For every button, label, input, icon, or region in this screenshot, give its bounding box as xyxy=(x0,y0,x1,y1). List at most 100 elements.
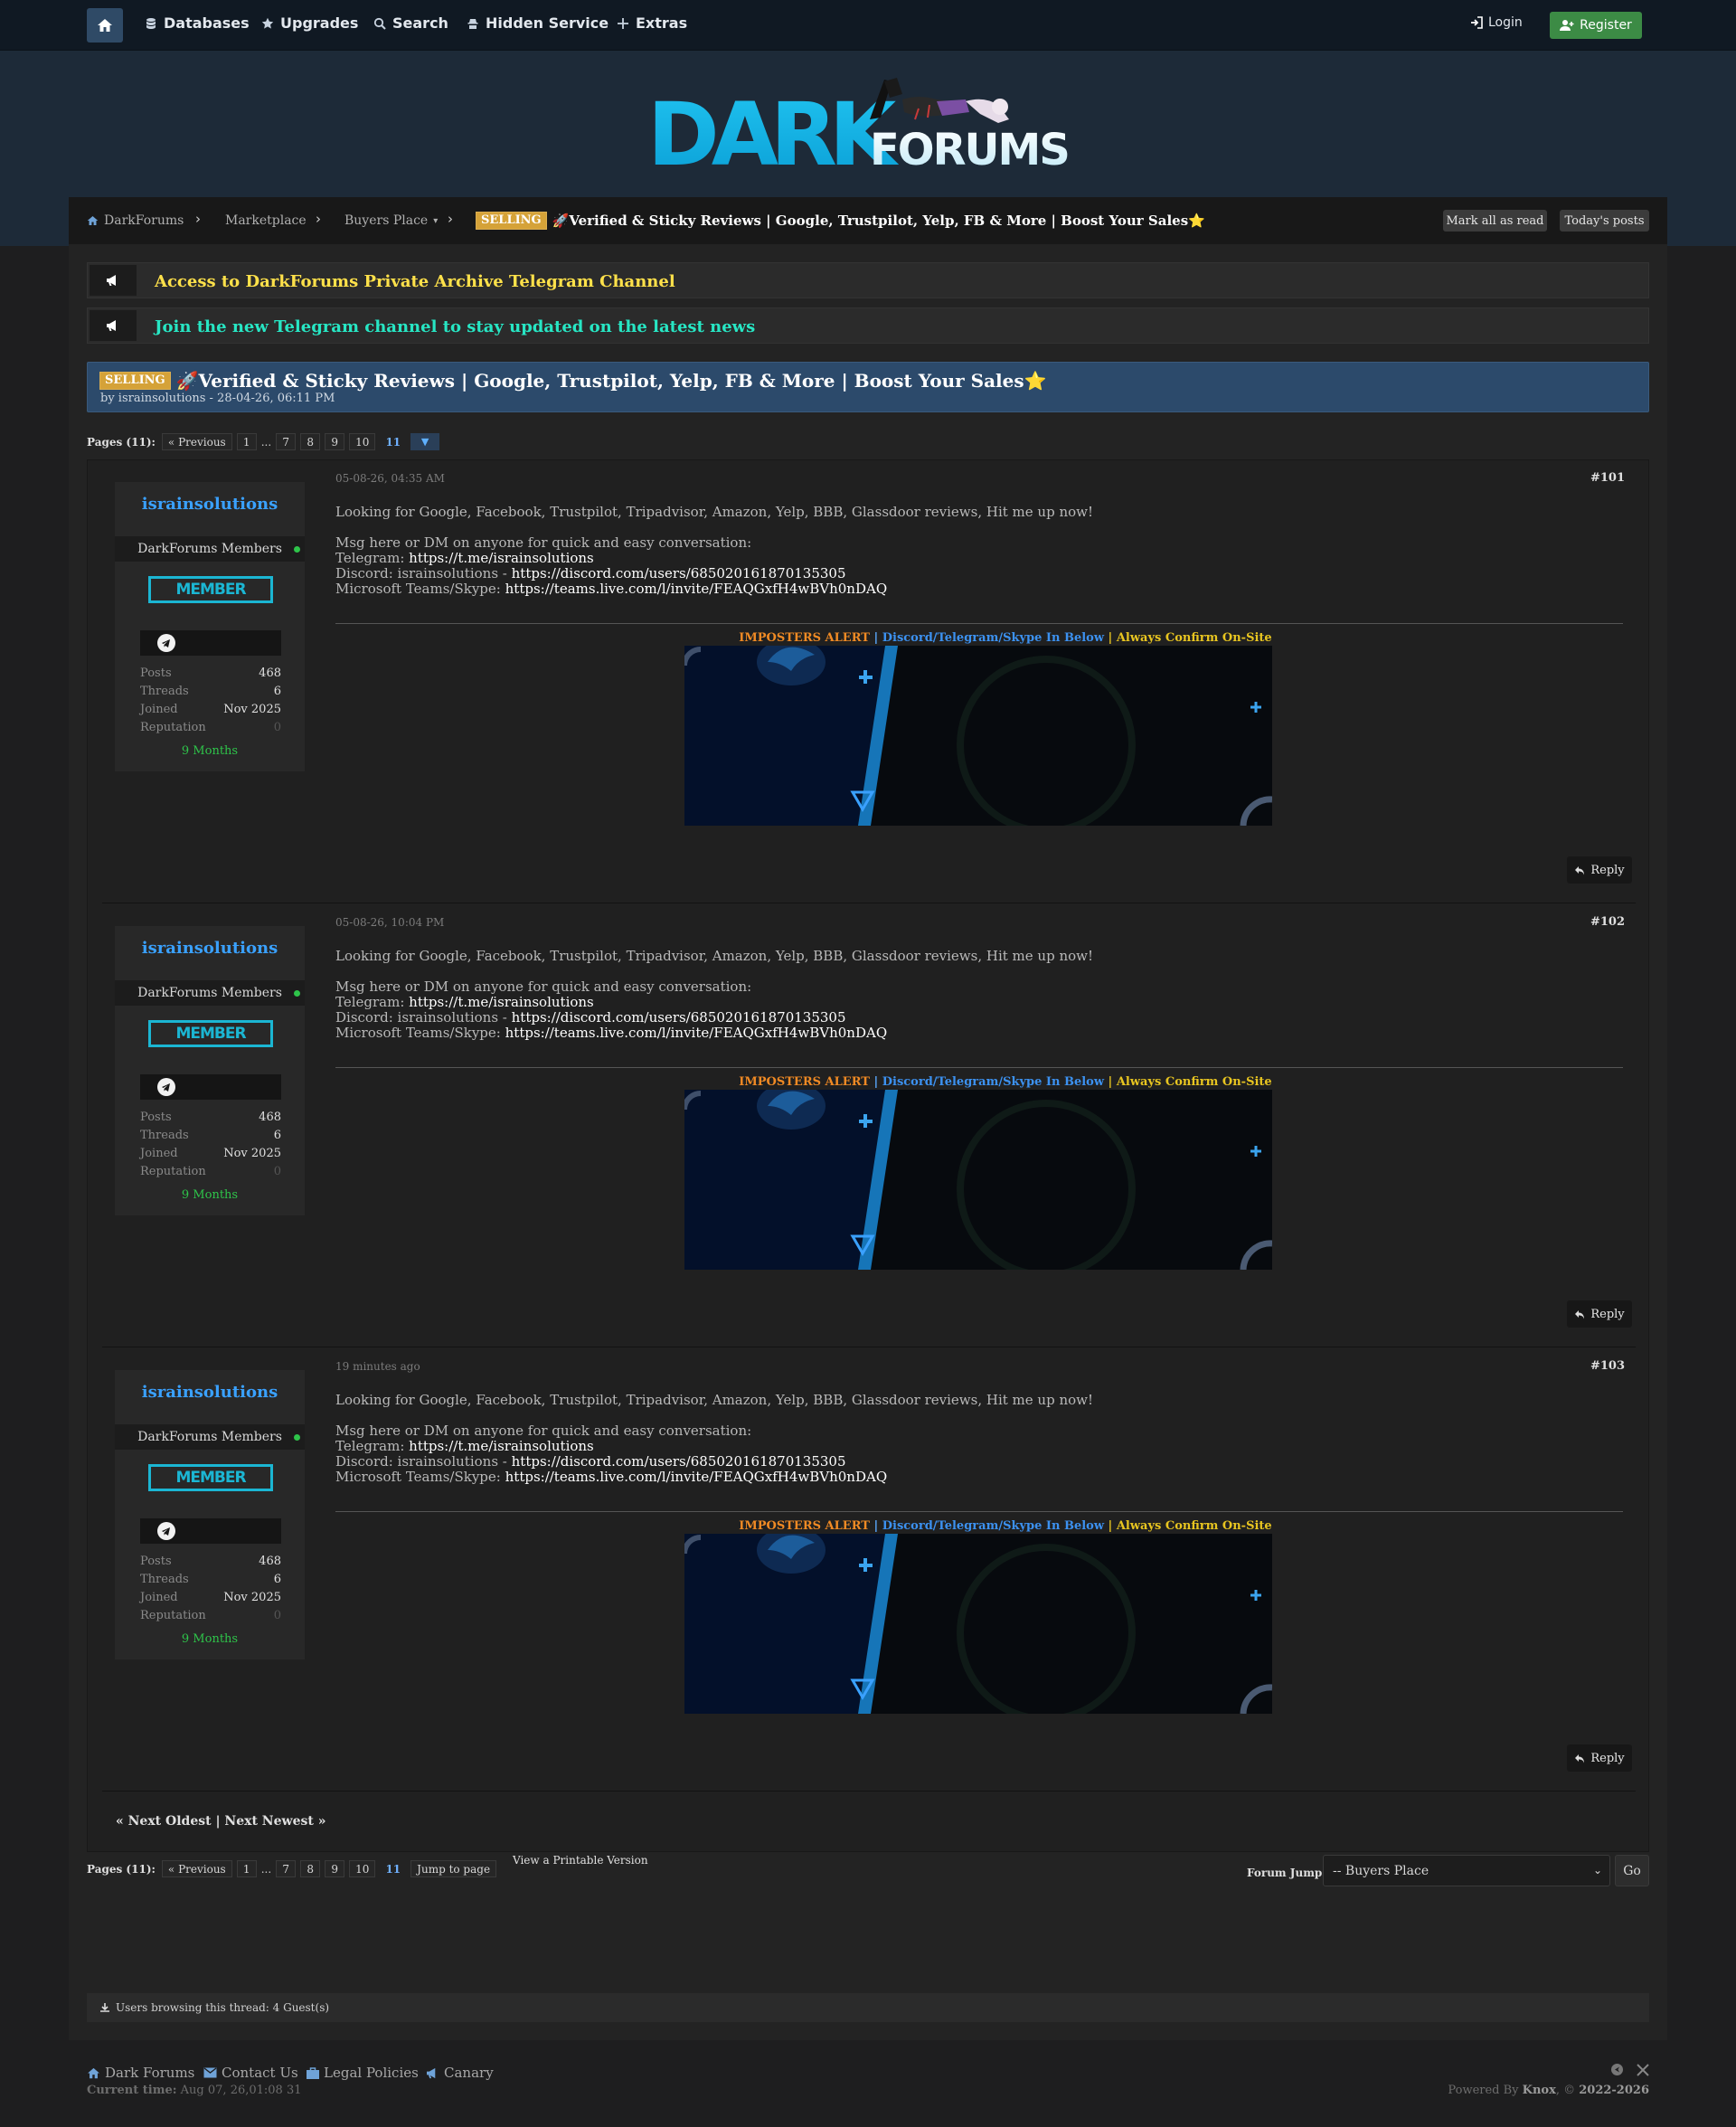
breadcrumb-marketplace[interactable]: Marketplace xyxy=(225,213,307,228)
current-time: Current time: Aug 07, 26,01:08 31 xyxy=(87,2084,302,2097)
forum-jump-go-button[interactable]: Go xyxy=(1615,1855,1649,1886)
login-link[interactable]: Login xyxy=(1470,15,1523,30)
page-link[interactable]: 1 xyxy=(236,1860,257,1877)
site-logo[interactable]: DARK FORUMS xyxy=(647,72,1090,185)
page-link[interactable]: 8 xyxy=(300,433,321,450)
forum-jump-select[interactable]: -- Buyers Place ⌄ xyxy=(1323,1855,1610,1886)
top-navbar: Databases Upgrades Search Hidden Service… xyxy=(0,0,1736,51)
author-contact-bar xyxy=(140,630,281,656)
nav-databases[interactable]: Databases xyxy=(145,14,250,32)
page-current: 11 xyxy=(385,1862,401,1876)
page-link[interactable]: 9 xyxy=(325,433,345,450)
reply-icon xyxy=(1575,865,1585,874)
plus-icon xyxy=(618,17,628,29)
post: israinsolutions DarkForums Members MEMBE… xyxy=(102,904,1636,1347)
page-prev-link[interactable]: « Previous xyxy=(161,433,232,450)
footer-link-canary[interactable]: Canary xyxy=(426,2065,494,2081)
discord-link[interactable]: https://discord.com/users/68502016187013… xyxy=(512,1453,846,1470)
author-panel: israinsolutions DarkForums Members MEMBE… xyxy=(115,926,305,1215)
post-number-link[interactable]: #102 xyxy=(1590,915,1625,929)
users-browsing-text: Users browsing this thread: 4 Guest(s) xyxy=(116,2001,330,2014)
page-link[interactable]: 7 xyxy=(276,433,297,450)
discord-link[interactable]: https://discord.com/users/68502016187013… xyxy=(512,565,846,581)
page-jump-dropdown[interactable]: ▼ xyxy=(410,433,440,450)
home-icon xyxy=(98,19,112,32)
footer-tor-link[interactable] xyxy=(1610,2063,1624,2080)
author-tenure: 9 Months xyxy=(181,1188,239,1202)
printable-version-link[interactable]: View a Printable Version xyxy=(513,1854,648,1867)
selling-prefix: SELLING xyxy=(99,372,171,390)
home-button[interactable] xyxy=(87,8,123,43)
announcement-text: Access to DarkForums Private Archive Tel… xyxy=(155,272,675,291)
posts-container: israinsolutions DarkForums Members MEMBE… xyxy=(87,459,1649,1852)
reply-button[interactable]: Reply xyxy=(1567,856,1632,884)
todays-posts-button[interactable]: Today's posts xyxy=(1560,210,1649,232)
signature-divider xyxy=(335,623,1623,624)
x-twitter-icon xyxy=(1637,2064,1649,2076)
footer-link-contact-us[interactable]: Contact Us xyxy=(203,2065,298,2081)
footer-link-dark-forums[interactable]: Dark Forums xyxy=(87,2065,194,2081)
imposters-alert: IMPOSTERS ALERT | Discord/Telegram/Skype… xyxy=(739,631,1272,645)
author-username[interactable]: israinsolutions xyxy=(115,1383,305,1402)
nav-upgrades[interactable]: Upgrades xyxy=(261,14,358,32)
footer-link-label: Contact Us xyxy=(222,2065,298,2081)
page-link[interactable]: 10 xyxy=(349,433,376,450)
announcement-bar[interactable]: Join the new Telegram channel to stay up… xyxy=(87,307,1649,344)
signature-banner-image xyxy=(684,1534,1272,1714)
imposters-alert: IMPOSTERS ALERT | Discord/Telegram/Skype… xyxy=(739,1075,1272,1089)
breadcrumb-buyers-place[interactable]: Buyers Place ▾ xyxy=(344,213,438,228)
announcement-bar[interactable]: Access to DarkForums Private Archive Tel… xyxy=(87,262,1649,298)
nav-search[interactable]: Search xyxy=(373,14,448,32)
page-link[interactable]: 1 xyxy=(236,433,257,450)
footer-link-legal-policies[interactable]: Legal Policies xyxy=(307,2065,419,2081)
online-status-dot xyxy=(294,990,300,997)
post-number-link[interactable]: #103 xyxy=(1590,1359,1625,1373)
nav-extras[interactable]: Extras xyxy=(617,14,687,32)
post-number-link[interactable]: #101 xyxy=(1590,471,1625,485)
nav-hidden-service[interactable]: Hidden Service xyxy=(467,14,609,32)
home-icon xyxy=(87,215,99,226)
author-stat-threads: Threads 6 xyxy=(140,1129,281,1142)
telegram-icon[interactable] xyxy=(157,634,175,652)
footer: Dark Forums Contact Us Legal Policies Ca… xyxy=(0,2040,1736,2127)
telegram-icon[interactable] xyxy=(157,1522,175,1540)
author-usergroup: DarkForums Members xyxy=(115,1424,305,1450)
page-link[interactable]: 7 xyxy=(276,1860,297,1877)
discord-link[interactable]: https://discord.com/users/68502016187013… xyxy=(512,1009,846,1026)
teams-link[interactable]: https://teams.live.com/l/invite/FEAQGxfH… xyxy=(505,1469,888,1485)
teams-link[interactable]: https://teams.live.com/l/invite/FEAQGxfH… xyxy=(505,581,888,597)
post-date: 19 minutes ago xyxy=(335,1360,420,1373)
forum-jump-selected: -- Buyers Place xyxy=(1333,1864,1429,1878)
caret-down-icon: ▼ xyxy=(420,436,429,448)
register-button[interactable]: Register xyxy=(1550,12,1642,39)
breadcrumb-current: SELLING 🚀Verified & Sticky Reviews | Goo… xyxy=(476,212,1205,230)
chevron-down-icon: ⌄ xyxy=(1592,1864,1602,1876)
page-link[interactable]: 9 xyxy=(325,1860,345,1877)
author-username[interactable]: israinsolutions xyxy=(115,939,305,958)
footer-x-link[interactable] xyxy=(1637,2063,1649,2080)
author-panel: israinsolutions DarkForums Members MEMBE… xyxy=(115,482,305,771)
announcement-text: Join the new Telegram channel to stay up… xyxy=(155,317,756,336)
telegram-link[interactable]: https://t.me/israinsolutions xyxy=(409,1438,594,1454)
page-current: 11 xyxy=(385,435,401,449)
mark-all-read-button[interactable]: Mark all as read xyxy=(1443,210,1547,232)
telegram-icon[interactable] xyxy=(157,1078,175,1096)
author-contact-bar xyxy=(140,1074,281,1100)
next-oldest-newest-links[interactable]: « Next Oldest | Next Newest » xyxy=(116,1814,326,1829)
author-stat-threads: Threads 6 xyxy=(140,1573,281,1586)
page-prev-link[interactable]: « Previous xyxy=(161,1860,232,1877)
page-link[interactable]: 8 xyxy=(300,1860,321,1877)
reply-button[interactable]: Reply xyxy=(1567,1300,1632,1328)
reply-label: Reply xyxy=(1590,863,1625,877)
teams-link[interactable]: https://teams.live.com/l/invite/FEAQGxfH… xyxy=(505,1025,888,1041)
author-username[interactable]: israinsolutions xyxy=(115,495,305,514)
jump-to-page-button[interactable]: Jump to page xyxy=(410,1860,497,1877)
post-text-line: Msg here or DM on anyone for quick and e… xyxy=(335,1423,752,1439)
reply-button[interactable]: Reply xyxy=(1567,1744,1632,1772)
telegram-link[interactable]: https://t.me/israinsolutions xyxy=(409,994,594,1010)
telegram-link[interactable]: https://t.me/israinsolutions xyxy=(409,550,594,566)
nav-databases-label: Databases xyxy=(164,14,250,32)
breadcrumb-darkforums[interactable]: DarkForums xyxy=(87,213,184,228)
page-link[interactable]: 10 xyxy=(349,1860,376,1877)
pagination-top: Pages (11): « Previous 1 ... 7 8 9 10 11… xyxy=(87,433,440,450)
